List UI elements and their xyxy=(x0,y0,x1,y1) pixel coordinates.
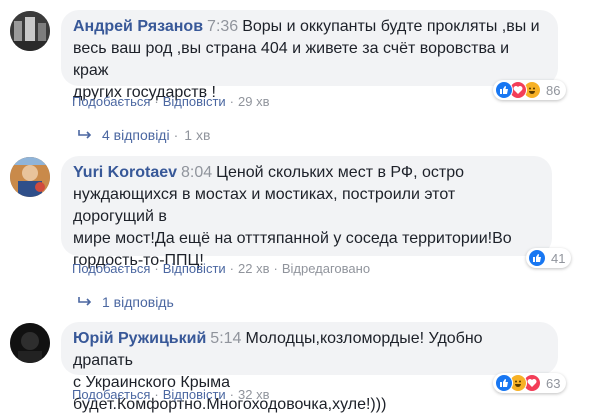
comment-time: 5:14 xyxy=(210,330,242,347)
comment-text-line: Воры и оккупанты будте прокляты ,вы и xyxy=(242,18,540,35)
avatar-image xyxy=(10,323,50,363)
comment-time: 7:36 xyxy=(207,18,239,35)
replies-count[interactable]: 4 відповіді xyxy=(102,127,170,143)
comment-text-line: нуждающихся в мостах и мостиках, построи… xyxy=(73,186,456,225)
avatar[interactable] xyxy=(10,157,50,197)
reactions-summary[interactable]: 86 xyxy=(493,80,567,100)
avatar-image xyxy=(10,157,50,197)
like-icon xyxy=(528,249,546,267)
like-button[interactable]: Подобається xyxy=(72,261,150,276)
comment-text-line: мире мост!Да ещё на отттяпанной у соседа… xyxy=(73,230,512,247)
like-button[interactable]: Подобається xyxy=(72,387,150,402)
comment-actions: Подобається · Відповісти · 22 хв · Відредагова… xyxy=(72,261,371,276)
reply-button[interactable]: Відповісти xyxy=(163,387,226,402)
reply-arrow-icon xyxy=(78,296,92,308)
comment-text-line: весь ваш род ,вы страна 404 и живете за … xyxy=(73,40,510,79)
comment-author[interactable]: Yuri Korotaev xyxy=(73,164,177,181)
comment-actions: Подобається · Відповісти · 32 хв xyxy=(72,387,270,402)
reaction-count: 63 xyxy=(546,375,561,391)
edited-label[interactable]: Відредаговано xyxy=(282,261,370,276)
view-replies[interactable]: 1 відповідь xyxy=(78,294,174,310)
reaction-count: 86 xyxy=(546,82,561,98)
comment-bubble: Yuri Korotaev 8:04 Ценой скольких мест в Р… xyxy=(61,156,552,269)
comment-age[interactable]: 32 хв xyxy=(238,387,269,402)
reactions-summary[interactable]: 63 xyxy=(493,373,567,393)
reaction-count: 41 xyxy=(551,250,566,266)
comment-bubble: Андрей Рязанов 7:36 Воры и оккупанты будте… xyxy=(61,10,558,101)
replies-count[interactable]: 1 відповідь xyxy=(102,294,174,310)
comment-author[interactable]: Андрей Рязанов xyxy=(73,18,203,35)
avatar[interactable] xyxy=(10,11,50,51)
like-icon xyxy=(495,374,513,392)
avatar-image xyxy=(10,11,50,51)
replies-time: 1 хв xyxy=(184,127,211,143)
like-icon xyxy=(495,81,513,99)
avatar[interactable] xyxy=(10,323,50,363)
reply-button[interactable]: Відповісти xyxy=(163,261,226,276)
like-button[interactable]: Подобається xyxy=(72,94,150,109)
comment-author[interactable]: Юрій Ружицький xyxy=(73,330,206,347)
reactions-summary[interactable]: 41 xyxy=(526,248,572,268)
comment-text-line: Ценой скольких мест в РФ, остро xyxy=(216,164,464,181)
reply-button[interactable]: Відповісти xyxy=(163,94,226,109)
view-replies[interactable]: 4 відповіді · 1 хв xyxy=(78,127,210,143)
comment-bubble: Юрій Ружицький 5:14 Молодцы,козломордые! У… xyxy=(61,322,558,413)
comment-time: 8:04 xyxy=(181,164,213,181)
comment-actions: Подобається · Відповісти · 29 хв xyxy=(72,94,270,109)
reply-arrow-icon xyxy=(78,129,92,141)
comment-age[interactable]: 22 хв xyxy=(238,261,269,276)
comment-age[interactable]: 29 хв xyxy=(238,94,269,109)
